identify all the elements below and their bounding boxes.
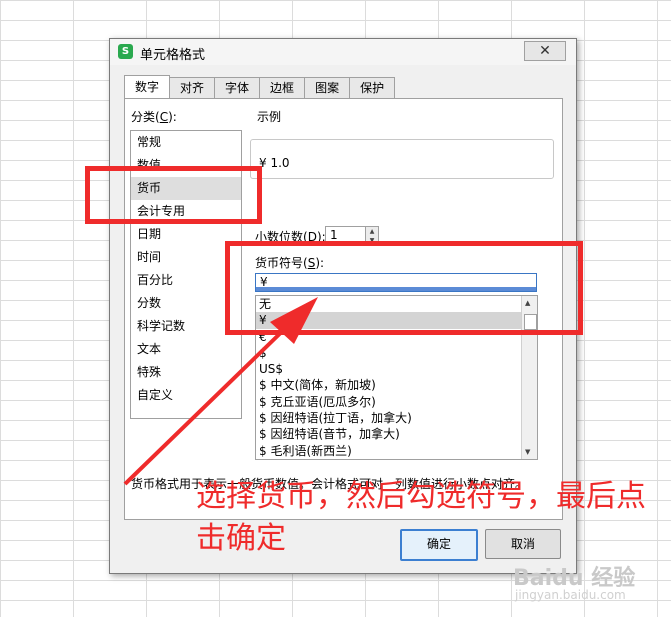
baidu-watermark-url: jingyan.baidu.com	[515, 588, 626, 602]
annotation-note: 选择货币，然后勾选符号，最后点击确定	[196, 479, 646, 556]
